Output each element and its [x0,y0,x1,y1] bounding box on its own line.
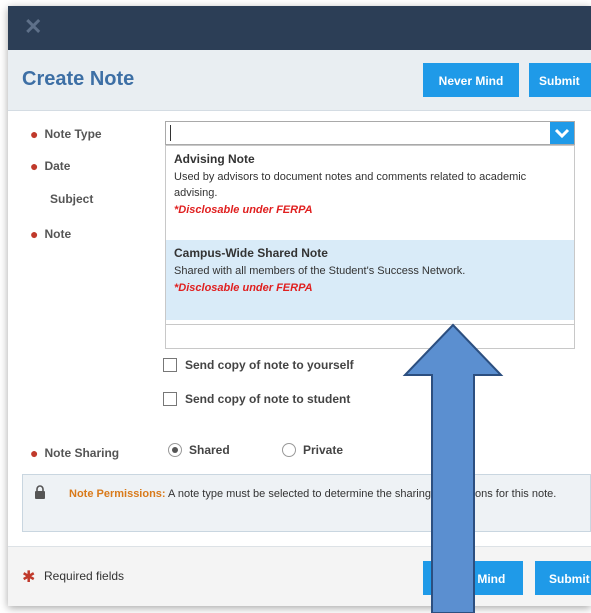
annotation-arrow-icon [402,323,504,613]
